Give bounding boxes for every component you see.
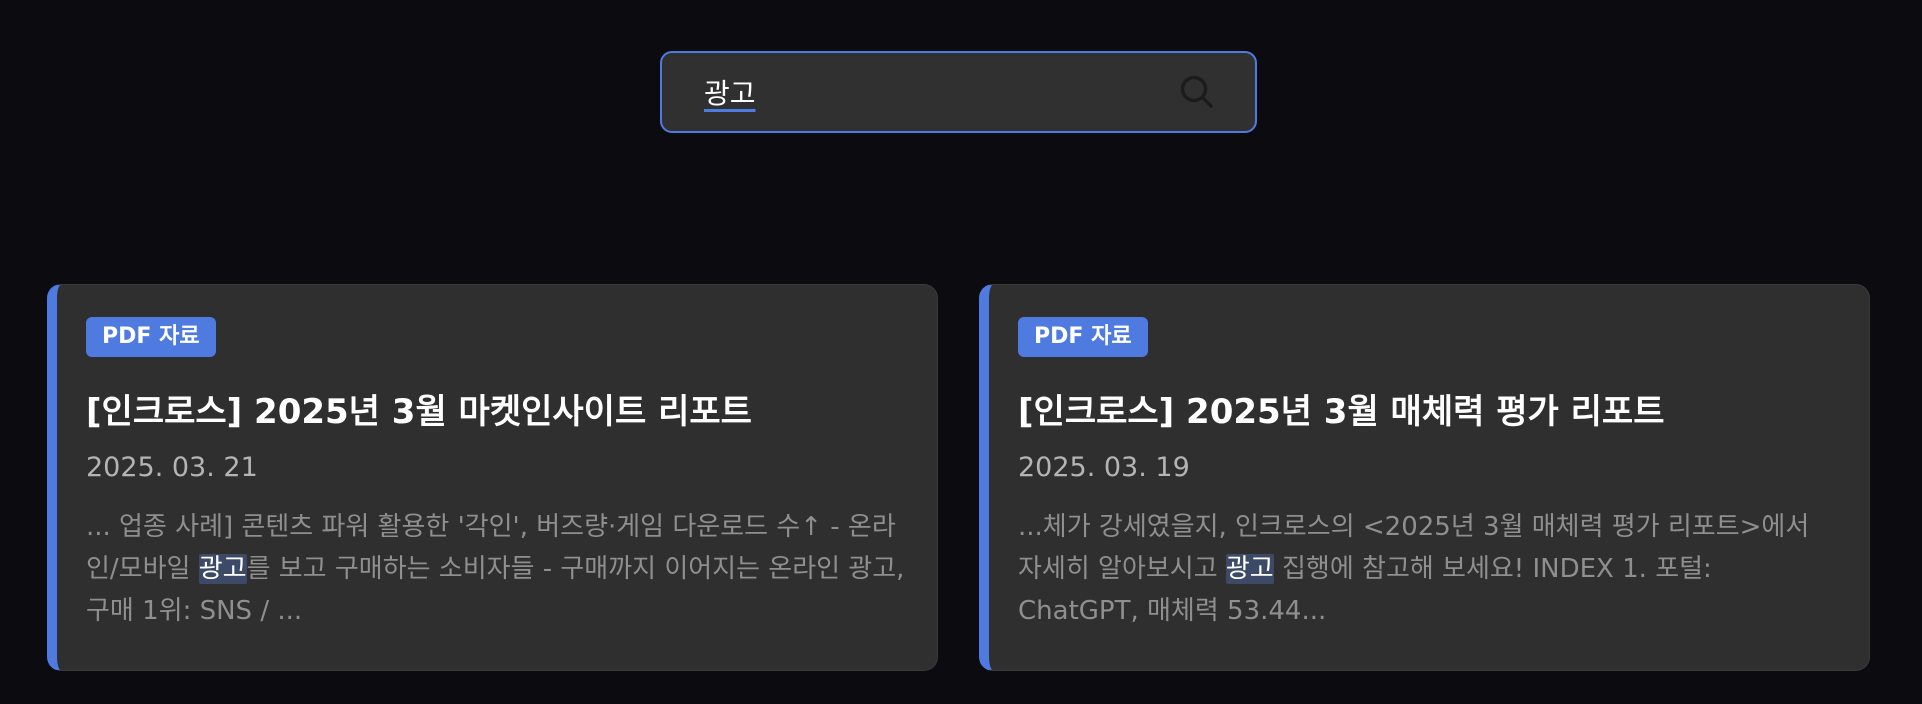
search-bar[interactable] [660,51,1257,133]
search-results-page: PDF 자료 [인크로스] 2025년 3월 마켓인사이트 리포트 2025. … [0,0,1922,704]
result-card[interactable]: PDF 자료 [인크로스] 2025년 3월 매체력 평가 리포트 2025. … [979,284,1870,671]
search-input[interactable] [702,61,1179,123]
search-icon[interactable] [1179,74,1215,110]
result-title[interactable]: [인크로스] 2025년 3월 매체력 평가 리포트 [1018,390,1841,434]
result-title[interactable]: [인크로스] 2025년 3월 마켓인사이트 리포트 [86,390,909,434]
result-date: 2025. 03. 21 [86,452,258,483]
result-card[interactable]: PDF 자료 [인크로스] 2025년 3월 마켓인사이트 리포트 2025. … [47,284,938,671]
result-date: 2025. 03. 19 [1018,452,1190,483]
result-excerpt: ... 업종 사례] 콘텐츠 파워 활용한 '각인', 버즈량·게임 다운로드 … [86,506,906,632]
result-excerpt: ...체가 강세였을지, 인크로스의 <2025년 3월 매체력 평가 리포트>… [1018,506,1838,632]
keyword-highlight: 광고 [198,554,247,584]
pdf-badge: PDF 자료 [86,317,216,357]
pdf-badge: PDF 자료 [1018,317,1148,357]
keyword-highlight: 광고 [1225,554,1274,584]
